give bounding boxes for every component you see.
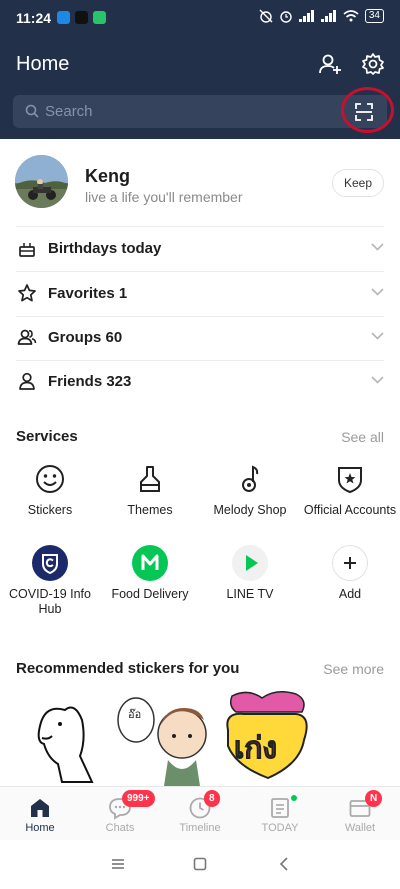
signal-icon-2 <box>320 10 336 22</box>
favorites-row[interactable]: Favorites 1 <box>0 272 400 316</box>
dog-sticker[interactable] <box>37 706 94 783</box>
bottom-navigation: Home 999+ Chats 8 Timeline TODAY N Walle… <box>0 786 400 840</box>
wifi-icon <box>343 10 359 22</box>
see-more-link[interactable]: See more <box>323 661 384 677</box>
shield-star-icon <box>332 461 368 497</box>
home-icon <box>31 799 49 817</box>
messenger-notification-icon <box>57 11 70 24</box>
chevron-down-icon <box>371 332 384 340</box>
nav-label: Wallet <box>344 822 376 834</box>
alarm-icon <box>280 11 292 23</box>
service-stickers[interactable]: Stickers <box>0 461 100 518</box>
avatar[interactable] <box>15 155 68 208</box>
plus-icon <box>332 545 368 581</box>
row-label: Friends 323 <box>48 373 132 390</box>
search-bar[interactable] <box>13 95 387 128</box>
row-label: Groups 60 <box>48 329 123 346</box>
chevron-down-icon <box>371 288 384 296</box>
search-icon <box>25 104 39 118</box>
play-icon <box>232 545 268 581</box>
row-label: Favorites 1 <box>48 285 128 302</box>
app-notification-icon <box>93 11 106 24</box>
nav-wallet[interactable]: N Wallet <box>320 787 400 841</box>
search-input[interactable] <box>45 95 345 128</box>
groups-icon <box>17 329 37 345</box>
new-dot <box>291 795 297 801</box>
header-area: 11:24 34 Home <box>0 0 400 139</box>
service-food-delivery[interactable]: Food Delivery <box>100 545 200 602</box>
service-label: Official Accounts <box>303 503 397 517</box>
cake-icon <box>19 243 35 257</box>
star-icon <box>18 284 36 302</box>
wallet-badge: N <box>365 790 383 807</box>
birthdays-row[interactable]: Birthdays today <box>0 227 400 271</box>
news-icon <box>271 798 289 818</box>
highlight-circle <box>341 87 394 133</box>
sticker-previews: อ๊อ เก่ง <box>37 691 308 786</box>
sticker-strip: อ๊อ เก่ง <box>0 686 400 786</box>
service-melody-shop[interactable]: Melody Shop <box>200 461 300 518</box>
service-label: Stickers <box>27 503 73 517</box>
alarm-off-icon <box>259 9 273 23</box>
groups-row[interactable]: Groups 60 <box>0 316 400 360</box>
stickers-title: Recommended stickers for you <box>16 660 240 677</box>
friends-row[interactable]: Friends 323 <box>0 360 400 404</box>
brush-icon <box>132 461 168 497</box>
chevron-down-icon <box>371 243 384 251</box>
keep-button[interactable]: Keep <box>332 169 384 197</box>
gear-icon[interactable] <box>361 52 385 76</box>
person-icon <box>19 372 35 390</box>
svg-text:เก่ง: เก่ง <box>234 731 277 766</box>
add-friend-icon[interactable] <box>318 52 342 76</box>
page-title: Home <box>16 53 70 75</box>
service-label: LINE TV <box>226 587 274 601</box>
nav-label: TODAY <box>261 822 299 834</box>
timeline-badge: 8 <box>204 790 220 807</box>
girl-sticker[interactable]: อ๊อ <box>117 697 207 786</box>
profile-status-message: live a life you'll remember <box>85 189 243 205</box>
service-label: Melody Shop <box>213 503 287 517</box>
service-covid-info-hub[interactable]: COVID-19 Info Hub <box>0 545 100 617</box>
service-add[interactable]: Add <box>300 545 400 602</box>
smiley-icon <box>32 461 68 497</box>
nav-home[interactable]: Home <box>0 787 80 841</box>
menu-icon[interactable] <box>111 858 125 870</box>
profile-name: Keng <box>85 166 130 186</box>
row-label: Birthdays today <box>48 240 162 257</box>
nav-label: Timeline <box>179 822 221 834</box>
battery-indicator: 34 <box>364 9 384 23</box>
service-label: Add <box>338 587 362 601</box>
service-label: COVID-19 Info Hub <box>9 587 91 616</box>
nav-today[interactable]: TODAY <box>240 787 320 841</box>
home-square-icon[interactable] <box>193 857 207 871</box>
covid-shield-icon <box>32 545 68 581</box>
line-man-icon <box>132 545 168 581</box>
service-label: Food Delivery <box>111 587 189 601</box>
nav-label: Home <box>25 822 55 834</box>
status-icons: 34 <box>259 9 384 23</box>
service-official-accounts[interactable]: Official Accounts <box>300 461 400 518</box>
nav-timeline[interactable]: 8 Timeline <box>160 787 240 841</box>
system-navigation-bar <box>0 840 400 889</box>
avatar-photo <box>15 155 68 208</box>
back-icon[interactable] <box>279 856 289 872</box>
service-line-tv[interactable]: LINE TV <box>200 545 300 602</box>
status-time: 11:24 <box>16 10 52 26</box>
chevron-down-icon <box>371 376 384 384</box>
svg-text:อ๊อ: อ๊อ <box>128 708 141 721</box>
service-themes[interactable]: Themes <box>100 461 200 518</box>
thai-text-sticker[interactable]: เก่ง <box>226 691 308 780</box>
see-all-link[interactable]: See all <box>341 429 384 445</box>
chats-badge: 999+ <box>122 790 155 807</box>
service-label: Themes <box>127 503 173 517</box>
services-title: Services <box>16 428 78 445</box>
signal-icon <box>298 10 314 22</box>
music-note-icon <box>232 461 268 497</box>
status-bar: 11:24 34 <box>0 0 400 36</box>
my-profile[interactable]: Keng live a life you'll remember Keep <box>0 139 400 227</box>
nav-label: Chats <box>105 822 135 834</box>
tiktok-notification-icon <box>75 11 88 24</box>
nav-chats[interactable]: 999+ Chats <box>80 787 160 841</box>
